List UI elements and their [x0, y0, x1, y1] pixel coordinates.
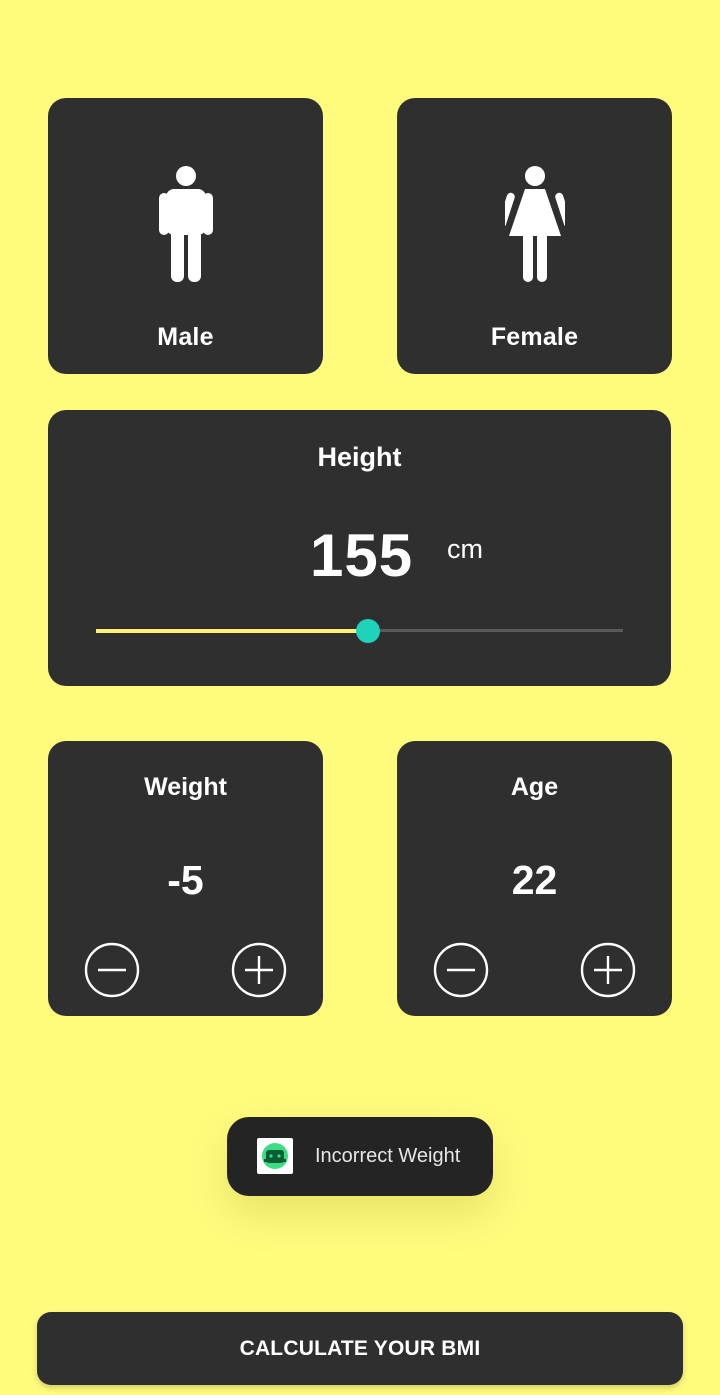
age-decrement-button[interactable]	[433, 942, 489, 998]
male-icon	[158, 166, 213, 282]
female-card[interactable]: Female	[397, 98, 672, 374]
minus-circle-icon	[433, 942, 489, 998]
height-value: 155	[310, 522, 414, 589]
toast: Incorrect Weight	[227, 1117, 493, 1196]
age-value: 22	[511, 857, 558, 903]
height-slider[interactable]	[96, 619, 623, 643]
plus-circle-icon	[580, 942, 636, 998]
height-unit: cm	[447, 534, 483, 564]
weight-decrement-button[interactable]	[84, 942, 140, 998]
toast-message: Incorrect Weight	[315, 1145, 461, 1167]
height-card: Height 155 cm	[48, 410, 671, 686]
male-label: Male	[157, 323, 214, 351]
female-label: Female	[490, 323, 579, 351]
age-title: Age	[510, 773, 559, 801]
weight-title: Weight	[144, 773, 227, 801]
height-title: Height	[317, 442, 402, 472]
slider-active-track	[96, 629, 369, 633]
calculate-bmi-button[interactable]: CALCULATE YOUR BMI	[37, 1312, 683, 1385]
weight-value: -5	[167, 857, 204, 903]
weight-increment-button[interactable]	[231, 942, 287, 998]
age-card: Age 22	[397, 741, 672, 1016]
female-icon	[504, 166, 565, 282]
weight-card: Weight -5	[48, 741, 323, 1016]
android-app-icon	[257, 1138, 293, 1174]
slider-thumb[interactable]	[356, 619, 381, 643]
male-card[interactable]: Male	[48, 98, 323, 374]
minus-circle-icon	[84, 942, 140, 998]
age-increment-button[interactable]	[580, 942, 636, 998]
plus-circle-icon	[231, 942, 287, 998]
